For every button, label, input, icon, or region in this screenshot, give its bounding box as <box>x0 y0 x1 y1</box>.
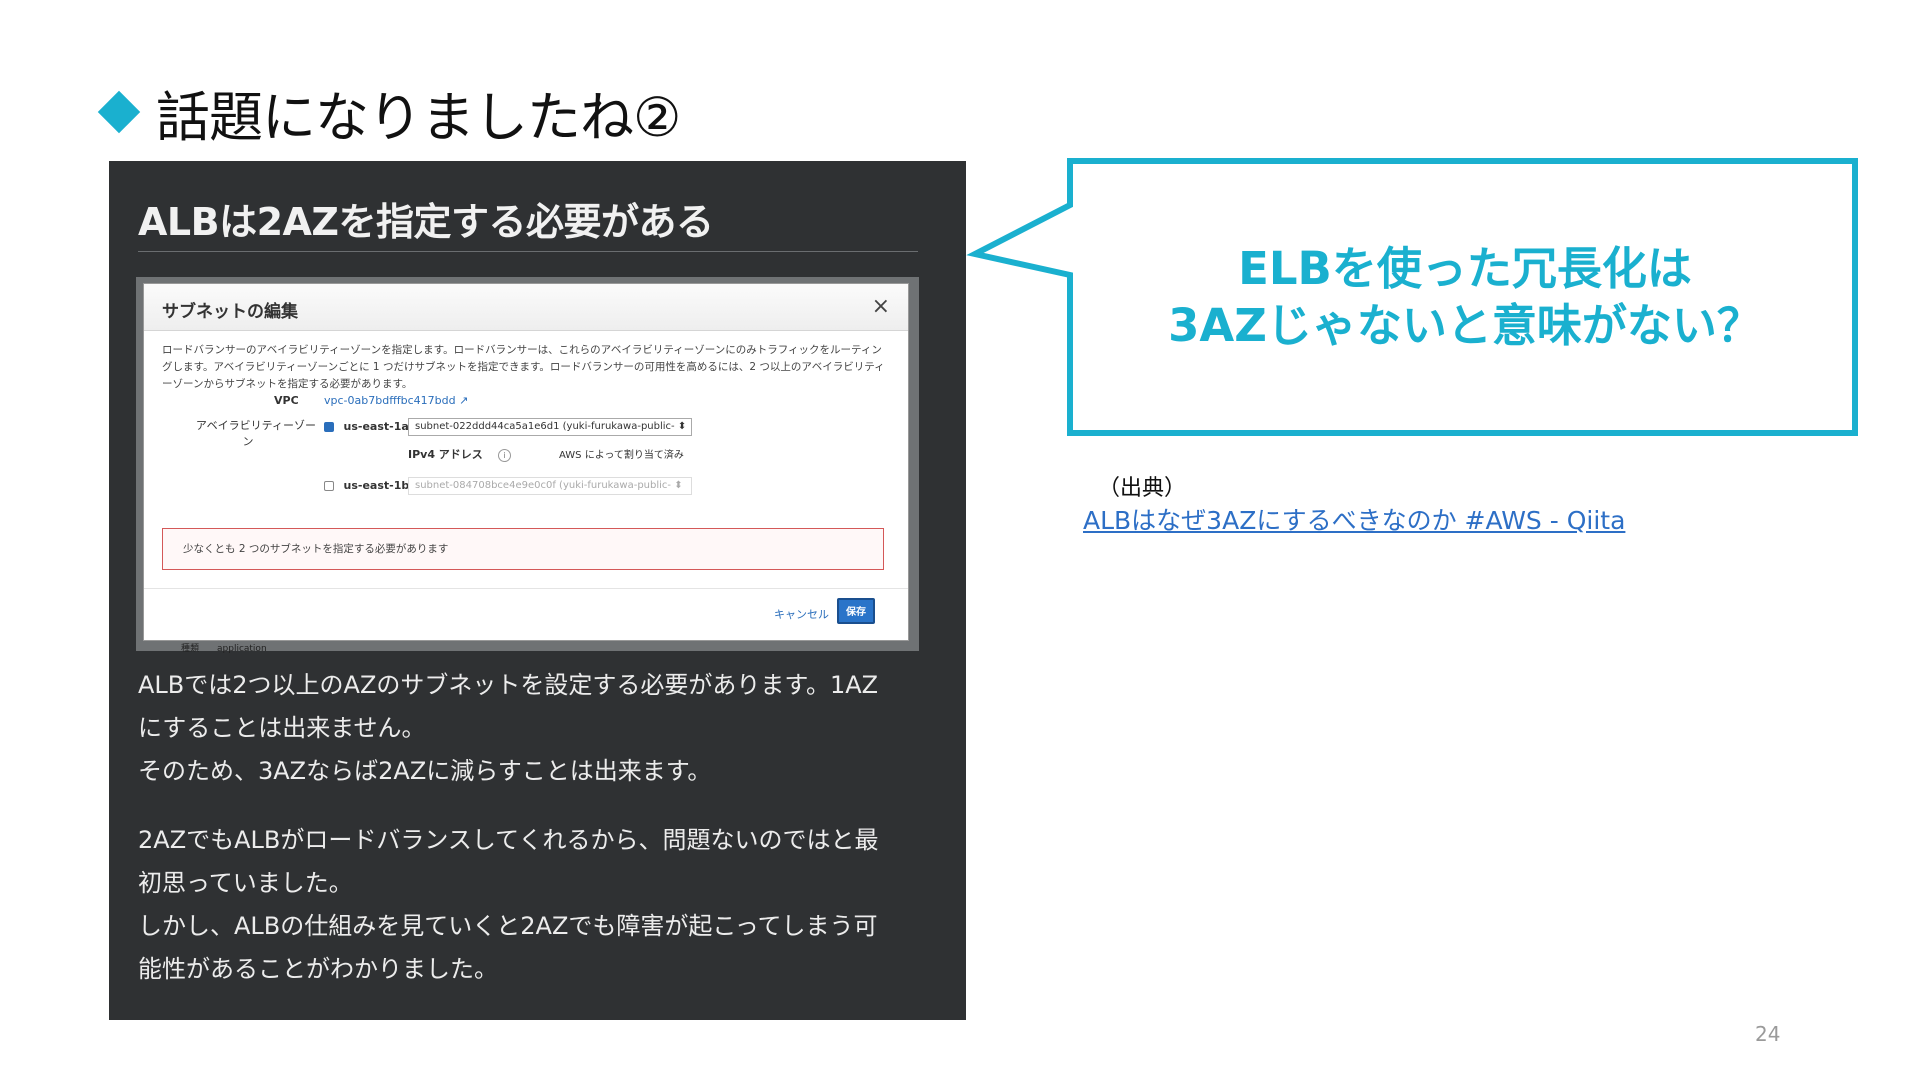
paragraph-2-line: 能性があることがわかりました。 <box>138 955 498 983</box>
external-link-icon: ↗ <box>459 394 469 407</box>
vpc-link[interactable]: vpc-0ab7bdfffbc417bdd <box>324 394 456 407</box>
vpc-label-text: VPC <box>274 394 299 407</box>
paragraph-1-line: そのため、3AZならば2AZに減らすことは出来ます。 <box>138 757 712 785</box>
paragraph-1-line: にすることは出来ません。 <box>138 714 426 742</box>
callout-line-2: 3AZじゃないと意味がない？ <box>1168 299 1762 352</box>
edit-subnets-dialog: サブネットの編集 × ロードバランサーのアベイラビリティーゾーンを指定します。ロ… <box>143 283 909 641</box>
az2-checkbox[interactable] <box>324 481 334 491</box>
diamond-bullet-icon <box>97 90 141 134</box>
info-icon[interactable]: i <box>497 448 511 462</box>
callout-text: ELBを使った冗長化は 3AZじゃないと意味がない？ <box>1070 240 1860 354</box>
az1-subnet-value: subnet-022ddd44ca5a1e6d1 (yuki-furukawa-… <box>415 421 675 432</box>
ipv4-label: IPv4 アドレス <box>408 448 483 461</box>
az2-row[interactable]: us-east-1b <box>324 479 409 492</box>
page-number: 24 <box>1755 1022 1781 1046</box>
source-link[interactable]: ALBはなぜ3AZにするべきなのか #AWS - Qiita <box>1083 501 1625 537</box>
az1-name: us-east-1a <box>343 420 409 433</box>
dialog-header: サブネットの編集 × <box>144 284 908 331</box>
error-message: 少なくとも 2 つのサブネットを指定する必要があります <box>183 543 449 555</box>
select-arrow-icon: ⬍ <box>677 421 687 432</box>
az2-subnet-value: subnet-084708bce4e9e0c0f (yuki-furukawa-… <box>415 480 672 491</box>
ipv4-row: IPv4 アドレス i <box>408 446 511 462</box>
vpc-value-row[interactable]: vpc-0ab7bdfffbc417bdd ↗ <box>324 394 468 407</box>
callout-line-1: ELBを使った冗長化は <box>1238 242 1692 295</box>
select-arrow-icon: ⬍ <box>674 480 683 491</box>
az-label-line2: ン <box>242 435 254 448</box>
vpc-label: VPC <box>274 394 299 407</box>
az-label: アベイラビリティーゾー ン <box>180 418 316 450</box>
az2-subnet-select[interactable]: subnet-084708bce4e9e0c0f (yuki-furukawa-… <box>408 477 692 495</box>
slide-title: 話題になりましたね② <box>97 72 681 152</box>
paragraph-1: ALBでは2つ以上のAZのサブネットを設定する必要があります。1AZ にすること… <box>138 664 938 793</box>
ipv4-value: AWS によって割り当て済み <box>559 450 684 461</box>
az1-subnet-select[interactable]: subnet-022ddd44ca5a1e6d1 (yuki-furukawa-… <box>408 418 692 436</box>
save-button[interactable]: 保存 <box>837 598 875 624</box>
dialog-footer-divider <box>144 588 908 589</box>
panel-heading: ALBは2AZを指定する必要がある <box>138 200 714 244</box>
dialog-description: ロードバランサーのアベイラビリティーゾーンを指定します。ロードバランサーは、これ… <box>162 344 885 390</box>
slide-title-text: 話題になりましたね② <box>156 85 681 149</box>
error-alert: 少なくとも 2 つのサブネットを指定する必要があります <box>162 528 884 570</box>
cancel-button[interactable]: キャンセル <box>774 606 829 622</box>
paragraph-2: 2AZでもALBがロードバランスしてくれるから、問題ないのではと最 初思っていま… <box>138 819 938 991</box>
paragraph-2-line: 2AZでもALBがロードバランスしてくれるから、問題ないのではと最 <box>138 826 879 854</box>
paragraph-1-line: ALBでは2つ以上のAZのサブネットを設定する必要があります。1AZ <box>138 671 879 699</box>
paragraph-2-line: しかし、ALBの仕組みを見ていくと2AZでも障害が起こってしまう可 <box>138 912 878 940</box>
dialog-title: サブネットの編集 <box>162 302 298 322</box>
az-label-line1: アベイラビリティーゾー <box>195 419 316 432</box>
az2-name: us-east-1b <box>343 479 410 492</box>
source-label: （出典） <box>1098 476 1187 501</box>
panel-divider <box>138 251 918 252</box>
article-excerpt-panel: ALBは2AZを指定する必要がある サブネットの編集 × ロードバランサーのアベ… <box>109 161 966 1020</box>
dialog-screenshot: サブネットの編集 × ロードバランサーのアベイラビリティーゾーンを指定します。ロ… <box>136 277 919 654</box>
az1-row[interactable]: us-east-1a <box>324 420 409 433</box>
close-icon[interactable]: × <box>872 294 890 319</box>
underlay-text: 種類 application <box>181 644 267 654</box>
az1-checkbox[interactable] <box>324 422 334 432</box>
paragraph-2-line: 初思っていました。 <box>138 869 353 897</box>
